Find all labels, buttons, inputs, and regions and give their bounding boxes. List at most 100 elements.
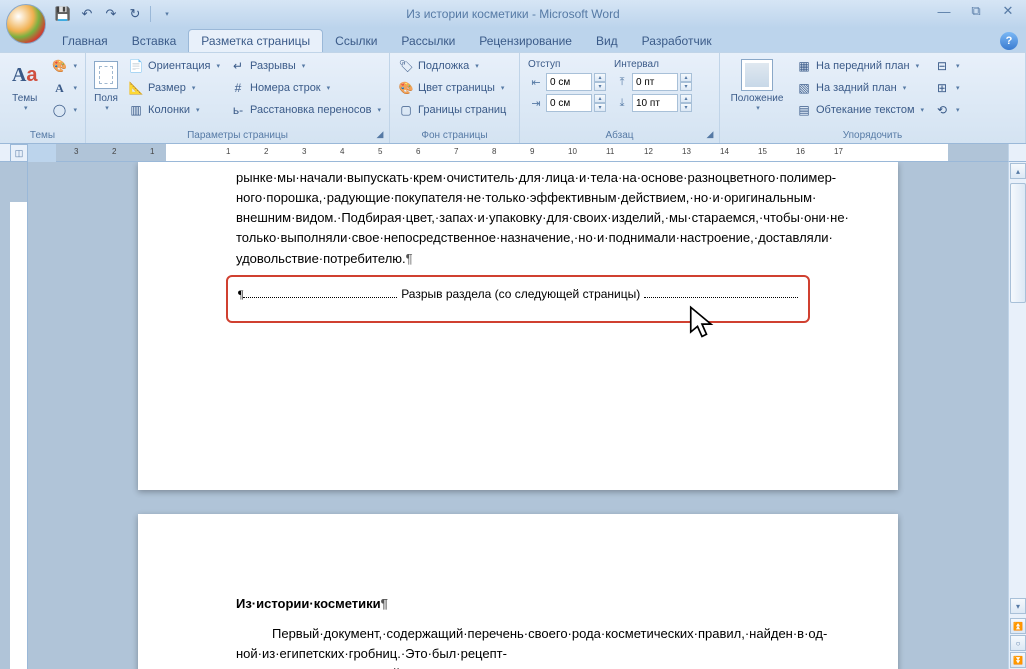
tab-insert[interactable]: Вставка bbox=[120, 30, 189, 52]
group-page-setup-label: Параметры страницы bbox=[86, 130, 389, 141]
hyphenation-button[interactable]: ь-Расстановка переносов▾ bbox=[226, 99, 385, 121]
scroll-up-button[interactable]: ▴ bbox=[1010, 163, 1026, 179]
scroll-thumb[interactable] bbox=[1010, 183, 1026, 303]
tab-developer[interactable]: Разработчик bbox=[630, 30, 724, 52]
text-wrap-button[interactable]: ▤Обтекание текстом▾ bbox=[792, 99, 928, 121]
tab-view[interactable]: Вид bbox=[584, 30, 630, 52]
paragraph-dialog-launcher[interactable]: ◢ bbox=[704, 128, 716, 140]
qat-separator bbox=[150, 6, 151, 22]
spacing-label: Интервал bbox=[614, 59, 692, 70]
spacing-before-down[interactable]: ▾ bbox=[680, 82, 692, 91]
spacing-before-input[interactable] bbox=[632, 73, 678, 91]
tab-references[interactable]: Ссылки bbox=[323, 30, 389, 52]
margins-button[interactable]: Поля ▾ bbox=[90, 55, 122, 141]
themes-label: Темы bbox=[12, 93, 37, 104]
theme-colors-button[interactable]: 🎨▾ bbox=[47, 55, 81, 77]
spacing-after-up[interactable]: ▴ bbox=[680, 94, 692, 103]
section-break-highlight: ¶ Разрыв раздела (со следующей страницы) bbox=[226, 275, 810, 324]
save-button[interactable]: 💾 bbox=[52, 3, 74, 25]
document-viewport[interactable]: рынке·мы·начали·выпускать·крем·очистител… bbox=[28, 162, 1008, 669]
quick-access-toolbar: 💾 ↶ ↷ ↻ ▾ bbox=[52, 3, 177, 25]
help-button[interactable]: ? bbox=[1000, 32, 1018, 50]
margins-label: Поля bbox=[94, 93, 118, 104]
group-themes-label: Темы bbox=[0, 130, 85, 141]
columns-button[interactable]: ▥Колонки▾ bbox=[124, 99, 224, 121]
group-objects-button[interactable]: ⊞▾ bbox=[930, 77, 964, 99]
window-title: Из истории косметики - Microsoft Word bbox=[406, 7, 619, 21]
tab-review[interactable]: Рецензирование bbox=[467, 30, 584, 52]
horizontal-ruler[interactable]: 3 2 1 1 2 3 4 5 6 7 8 9 10 11 12 13 14 1… bbox=[56, 144, 1008, 162]
indent-right-down[interactable]: ▾ bbox=[594, 103, 606, 112]
tab-home[interactable]: Главная bbox=[50, 30, 120, 52]
group-page-background: 🏷Подложка▾ 🎨Цвет страницы▾ ▢Границы стра… bbox=[390, 53, 520, 143]
indent-left-input[interactable] bbox=[546, 73, 592, 91]
qat-customize-button[interactable]: ▾ bbox=[155, 3, 177, 25]
ruler-ticks: 3 2 1 1 2 3 4 5 6 7 8 9 10 11 12 13 14 1… bbox=[56, 144, 1008, 161]
theme-fonts-button[interactable]: A▾ bbox=[47, 77, 81, 99]
ribbon: Aa Темы ▾ 🎨▾ A▾ ◯▾ Темы Поля ▾ 📄Ориентац… bbox=[0, 52, 1026, 144]
body-text: Первый·документ,·содержащий·перечень·сво… bbox=[236, 624, 800, 644]
position-button[interactable]: Положение ▾ bbox=[724, 55, 790, 141]
spacing-after-icon: ⤓ bbox=[614, 95, 630, 111]
themes-button[interactable]: Aa Темы ▾ bbox=[4, 55, 45, 141]
tab-mailings[interactable]: Рассылки bbox=[389, 30, 467, 52]
ribbon-tabs: Главная Вставка Разметка страницы Ссылки… bbox=[0, 28, 1026, 52]
indent-right-up[interactable]: ▴ bbox=[594, 94, 606, 103]
prev-page-button[interactable]: ⏫ bbox=[1010, 618, 1026, 634]
spacing-before-icon: ⤒ bbox=[614, 74, 630, 90]
indent-left-down[interactable]: ▾ bbox=[594, 82, 606, 91]
section-break: ¶ Разрыв раздела (со следующей страницы) bbox=[238, 285, 798, 304]
watermark-button[interactable]: 🏷Подложка▾ bbox=[394, 55, 510, 77]
tab-page-layout[interactable]: Разметка страницы bbox=[188, 29, 323, 52]
group-themes: Aa Темы ▾ 🎨▾ A▾ ◯▾ Темы bbox=[0, 53, 86, 143]
title-bar: 💾 ↶ ↷ ↻ ▾ Из истории косметики - Microso… bbox=[0, 0, 1026, 28]
indent-right-input[interactable] bbox=[546, 94, 592, 112]
heading: Из·истории·косметики bbox=[236, 594, 800, 614]
bring-front-button[interactable]: ▦На передний план▾ bbox=[792, 55, 928, 77]
body-text: удовольствие·потребителю. bbox=[236, 249, 800, 269]
breaks-button[interactable]: ↵Разрывы▾ bbox=[226, 55, 385, 77]
page-2: Из·истории·косметики Первый·документ,·со… bbox=[138, 514, 898, 669]
page-color-button[interactable]: 🎨Цвет страницы▾ bbox=[394, 77, 510, 99]
redo-button[interactable]: ↷ bbox=[100, 3, 122, 25]
group-page-bg-label: Фон страницы bbox=[390, 130, 519, 141]
orientation-button[interactable]: 📄Ориентация▾ bbox=[124, 55, 224, 77]
page-setup-dialog-launcher[interactable]: ◢ bbox=[374, 128, 386, 140]
ruler-toggle[interactable]: ◫ bbox=[10, 144, 28, 162]
theme-effects-button[interactable]: ◯▾ bbox=[47, 99, 81, 121]
next-page-button[interactable]: ⏬ bbox=[1010, 652, 1026, 668]
size-button[interactable]: 📐Размер▾ bbox=[124, 77, 224, 99]
body-text: ной·из·египетских·гробниц.·Это·был·рецеп… bbox=[236, 644, 800, 669]
send-back-button[interactable]: ▧На задний план▾ bbox=[792, 77, 928, 99]
minimize-button[interactable]: — bbox=[932, 2, 956, 20]
position-label: Положение bbox=[731, 93, 784, 104]
indent-left-icon: ⇤ bbox=[528, 74, 544, 90]
group-paragraph-label: Абзац bbox=[520, 130, 719, 141]
scroll-down-button[interactable]: ▾ bbox=[1010, 598, 1026, 614]
page-1: рынке·мы·начали·выпускать·крем·очистител… bbox=[138, 162, 898, 490]
page-borders-button[interactable]: ▢Границы страниц bbox=[394, 99, 510, 121]
body-text: внешним·видом.·Подбирая·цвет,·запах·и·уп… bbox=[236, 208, 800, 228]
indent-label: Отступ bbox=[528, 59, 606, 70]
maximize-button[interactable]: ⧉ bbox=[964, 2, 988, 20]
rotate-button[interactable]: ⟲▾ bbox=[930, 99, 964, 121]
body-text: только·выполняли·свое·непосредственное·н… bbox=[236, 228, 800, 248]
repeat-button[interactable]: ↻ bbox=[124, 3, 146, 25]
spacing-before-up[interactable]: ▴ bbox=[680, 73, 692, 82]
body-text: ного·порошка,·радующие·покупателя·не·тол… bbox=[236, 188, 800, 208]
spacing-after-down[interactable]: ▾ bbox=[680, 103, 692, 112]
spacing-after-input[interactable] bbox=[632, 94, 678, 112]
close-button[interactable]: ✕ bbox=[996, 2, 1020, 20]
indent-right-icon: ⇥ bbox=[528, 95, 544, 111]
office-button[interactable] bbox=[6, 4, 46, 44]
document-area: рынке·мы·начали·выпускать·крем·очистител… bbox=[0, 162, 1026, 669]
group-arrange-label: Упорядочить bbox=[720, 130, 1025, 141]
group-paragraph: Отступ ⇤ ▴▾ ⇥ ▴▾ Интервал ⤒ ▴▾ bbox=[520, 53, 720, 143]
indent-left-up[interactable]: ▴ bbox=[594, 73, 606, 82]
body-text: рынке·мы·начали·выпускать·крем·очистител… bbox=[236, 168, 800, 188]
vertical-ruler[interactable] bbox=[10, 162, 28, 669]
vertical-scrollbar[interactable]: ▴ ▾ ⏫ ○ ⏬ bbox=[1008, 162, 1026, 669]
undo-button[interactable]: ↶ bbox=[76, 3, 98, 25]
line-numbers-button[interactable]: #Номера строк▾ bbox=[226, 77, 385, 99]
align-button[interactable]: ⊟▾ bbox=[930, 55, 964, 77]
